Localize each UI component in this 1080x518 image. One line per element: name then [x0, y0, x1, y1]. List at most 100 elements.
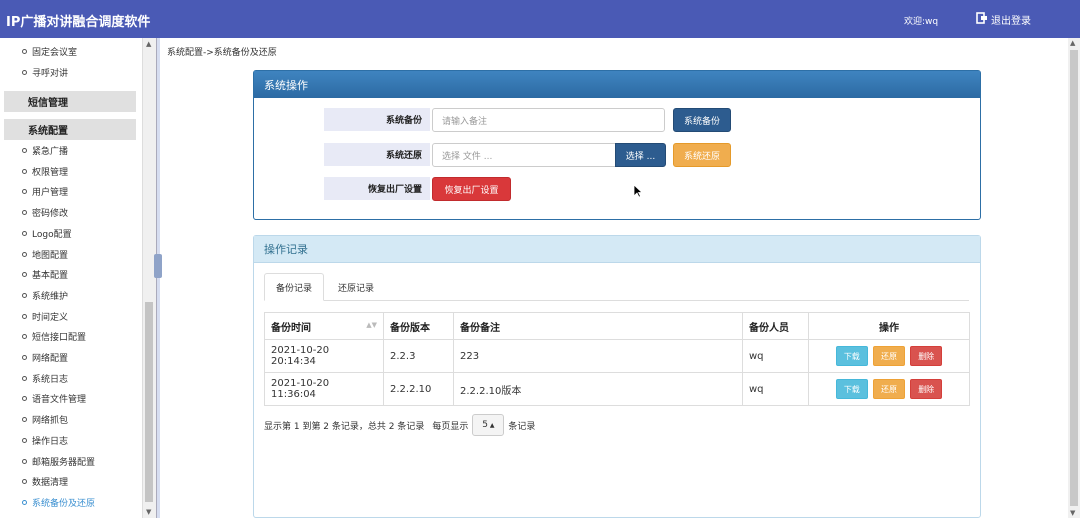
pagination-info: 显示第 1 到第 2 条记录，总共 2 条记录 每页显示 5 ▲ 条记录: [264, 414, 535, 436]
download-button[interactable]: 下载: [835, 346, 868, 366]
sidebar-group-system-config[interactable]: 系统配置: [4, 119, 136, 140]
sidebar-item-label: 紧急广播: [32, 147, 69, 157]
sidebar-item-label: 固定会议室: [32, 48, 78, 58]
sidebar-item-config[interactable]: 邮箱服务器配置: [0, 451, 136, 472]
sidebar-item-label: 短信接口配置: [32, 333, 87, 344]
cell-time: 2021-10-20 20:14:34: [264, 339, 384, 373]
sidebar-item-config[interactable]: 网络抓包: [0, 409, 136, 430]
sidebar-item-label: 网络抓包: [32, 416, 69, 427]
sidebar-item-paging-intercom[interactable]: 寻呼对讲: [0, 62, 136, 83]
sidebar-item-config[interactable]: 基本配置: [0, 264, 136, 285]
restore-row-button[interactable]: 还原: [873, 379, 905, 399]
backup-records-table: 备份时间 ▲▼ 备份版本 备份备注 备份人员 操作 2021-10-20 20:1…: [264, 312, 970, 406]
sidebar-item-config[interactable]: 时间定义: [0, 306, 136, 327]
bullet-icon: [22, 499, 27, 505]
sidebar-item-config[interactable]: 操作日志: [0, 430, 136, 451]
column-header-actions: 操作: [808, 312, 970, 340]
sidebar-item-label: 语音文件管理: [32, 395, 87, 406]
bullet-icon: [22, 168, 27, 174]
sidebar-item-config[interactable]: 系统维护: [0, 285, 136, 306]
sidebar-item-label: 系统维护: [32, 291, 69, 302]
sidebar-scrollbar[interactable]: ▲ ▼: [142, 38, 156, 518]
system-ops-panel: 系统操作 系统备份 请输入备注 系统备份 系统还原 选择 文件 ... 选择 .…: [253, 70, 981, 220]
scroll-up-icon[interactable]: ▲: [1070, 39, 1075, 47]
sidebar-item-label: 数据清理: [32, 478, 69, 489]
sidebar-item-config[interactable]: Logo配置: [0, 223, 136, 244]
sidebar-item-config[interactable]: 权限管理: [0, 161, 136, 182]
restore-file-input[interactable]: 选择 文件 ...: [432, 143, 616, 167]
scroll-thumb[interactable]: [1070, 50, 1078, 506]
sort-icon[interactable]: ▲▼: [366, 321, 377, 329]
sidebar-item-config[interactable]: 数据清理: [0, 471, 136, 492]
bullet-icon: [22, 189, 27, 195]
factory-reset-button[interactable]: 恢复出厂设置: [432, 177, 511, 201]
sidebar-item-label: 密码修改: [32, 209, 69, 220]
sidebar-item-config[interactable]: 系统日志: [0, 368, 136, 389]
bullet-icon: [22, 210, 27, 216]
sidebar-item-label: 权限管理: [32, 167, 69, 178]
restore-row-button[interactable]: 还原: [873, 346, 905, 366]
factory-reset-label: 恢复出厂设置: [324, 177, 430, 200]
cell-version: 2.2.2.10: [383, 372, 454, 406]
sidebar-item-label: 地图配置: [32, 250, 69, 261]
tab-restore-records[interactable]: 还原记录: [326, 273, 386, 301]
sidebar-collapse-handle[interactable]: [154, 254, 162, 278]
bullet-icon: [22, 230, 27, 236]
restore-label: 系统还原: [324, 143, 430, 166]
table-row: 2021-10-20 20:14:34 2.2.3 223 wq 下载 还原 删…: [264, 339, 970, 373]
restore-button[interactable]: 系统还原: [673, 143, 731, 167]
sidebar-item-config[interactable]: 语音文件管理: [0, 388, 136, 409]
sidebar-item-config[interactable]: 短信接口配置: [0, 326, 136, 347]
logout-button[interactable]: 退出登录: [976, 12, 1031, 27]
breadcrumb: 系统配置->系统备份及还原: [167, 48, 277, 58]
backup-label: 系统备份: [324, 108, 430, 131]
page-size-dropdown[interactable]: 5 ▲: [472, 414, 505, 436]
backup-note-input[interactable]: 请输入备注: [432, 108, 665, 132]
scroll-down-icon[interactable]: ▼: [1070, 509, 1075, 517]
table-row: 2021-10-20 11:36:04 2.2.2.10 2.2.2.10版本 …: [264, 372, 970, 406]
scroll-down-icon[interactable]: ▼: [146, 508, 151, 516]
logout-label: 退出登录: [991, 16, 1031, 27]
bullet-icon: [22, 458, 27, 464]
cell-note: 2.2.2.10版本: [453, 372, 743, 406]
sidebar-item-config[interactable]: 地图配置: [0, 244, 136, 265]
sidebar-item-label: 用户管理: [32, 188, 69, 199]
choose-file-button[interactable]: 选择 ...: [615, 143, 666, 167]
cell-user: wq: [742, 339, 809, 373]
bullet-icon: [22, 375, 27, 381]
bullet-icon: [22, 272, 27, 278]
scroll-up-icon[interactable]: ▲: [146, 40, 151, 48]
panel-title: 系统操作: [254, 71, 980, 98]
tab-backup-records[interactable]: 备份记录: [264, 273, 324, 301]
bullet-icon: [22, 479, 27, 485]
scroll-thumb[interactable]: [145, 302, 153, 502]
column-header-version: 备份版本: [383, 312, 454, 340]
bullet-icon: [22, 417, 27, 423]
operation-log-panel: 操作记录 备份记录 还原记录 备份时间 ▲▼ 备份版本 备份备注 备份人员 操作 …: [253, 235, 981, 518]
sidebar-item-fixed-meeting-room[interactable]: 固定会议室: [0, 41, 136, 62]
delete-button[interactable]: 删除: [910, 346, 943, 366]
sidebar-item-label: 寻呼对讲: [32, 69, 69, 79]
cell-user: wq: [742, 372, 809, 406]
table-header-row: 备份时间 ▲▼ 备份版本 备份备注 备份人员 操作: [264, 312, 970, 340]
backup-button[interactable]: 系统备份: [673, 108, 731, 132]
sidebar-item-config[interactable]: 网络配置: [0, 347, 136, 368]
record-tabs: 备份记录 还原记录: [264, 273, 969, 301]
sidebar-item-config[interactable]: 紧急广播: [0, 140, 136, 161]
column-header-time[interactable]: 备份时间 ▲▼: [264, 312, 384, 340]
delete-button[interactable]: 删除: [910, 379, 943, 399]
bullet-icon: [22, 437, 27, 443]
sidebar-group-sms[interactable]: 短信管理: [4, 91, 136, 112]
column-header-user: 备份人员: [742, 312, 809, 340]
per-page-prefix: 每页显示: [432, 421, 469, 432]
bullet-icon: [22, 49, 27, 54]
sidebar-item-label: 系统备份及还原: [32, 498, 96, 509]
column-header-note: 备份备注: [453, 312, 743, 340]
cell-note: 223: [453, 339, 743, 373]
sidebar-item-config[interactable]: 密码修改: [0, 202, 136, 223]
main-scrollbar[interactable]: ▲ ▼: [1068, 38, 1080, 518]
sidebar-item-config[interactable]: 系统备份及还原: [0, 492, 136, 513]
cell-actions: 下载 还原 删除: [808, 372, 970, 406]
sidebar-item-config[interactable]: 用户管理: [0, 181, 136, 202]
download-button[interactable]: 下载: [835, 379, 868, 399]
